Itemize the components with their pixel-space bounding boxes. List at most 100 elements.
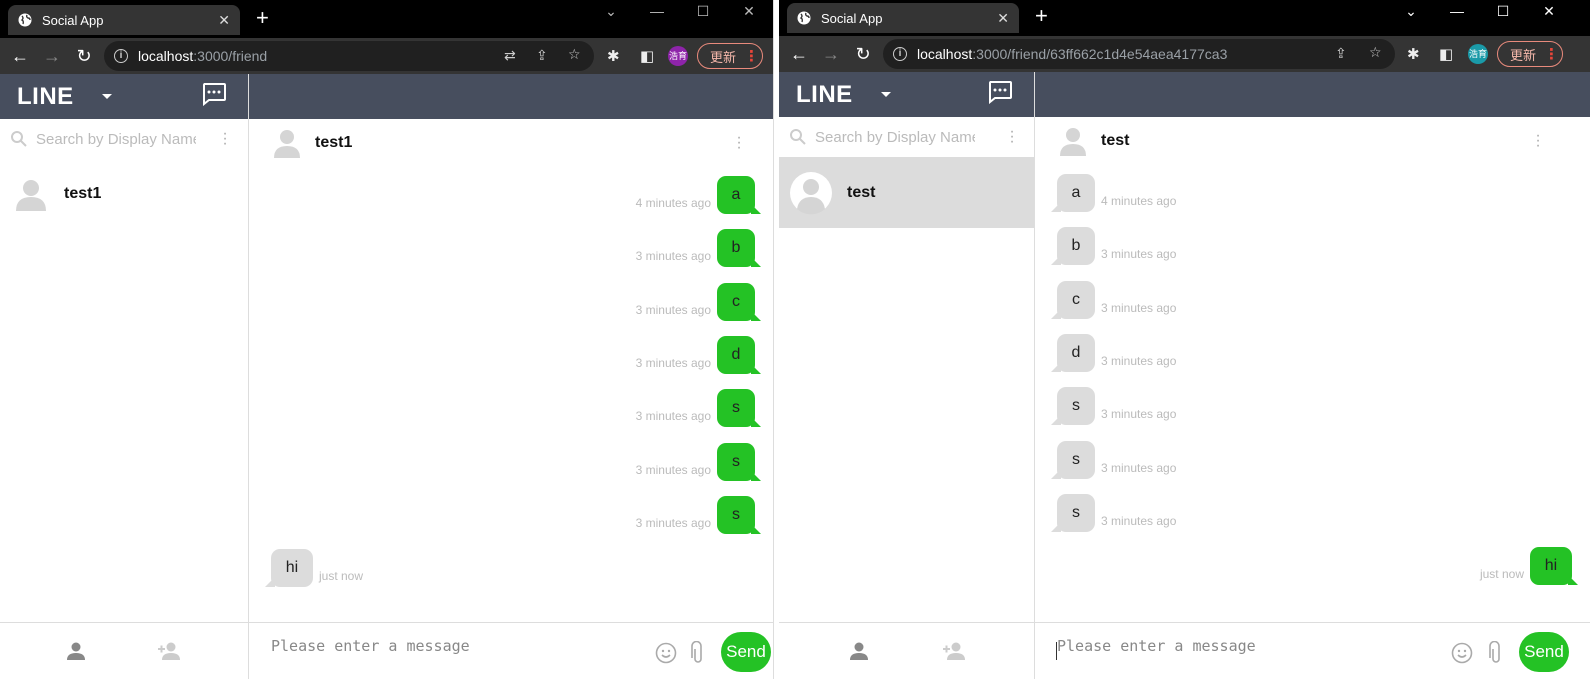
search-bar: ···: [779, 117, 1034, 157]
chat-header: test1 · · ·: [249, 119, 773, 167]
new-tab-icon[interactable]: +: [1035, 3, 1048, 29]
friend-list-item[interactable]: test1: [0, 159, 248, 229]
avatar: [790, 171, 832, 214]
attach-icon[interactable]: [1489, 641, 1503, 665]
message-bubble[interactable]: s: [717, 442, 755, 481]
chat-header: test · · ·: [1035, 117, 1590, 165]
message-bubble[interactable]: s: [717, 389, 755, 428]
maximize-icon[interactable]: ☐: [680, 0, 726, 22]
back-icon[interactable]: ←: [783, 44, 815, 65]
message-bubble[interactable]: c: [1057, 280, 1095, 319]
browser-window-right: Social App ✕ + ⌄ — ☐ ✕ ← → ↻ i localhost…: [779, 0, 1590, 679]
friend-list-item[interactable]: test: [779, 157, 1034, 228]
message-bubble[interactable]: s: [1057, 493, 1095, 532]
tab-strip: Social App ✕ + ⌄ — ☐ ✕: [0, 0, 773, 38]
send-button[interactable]: Send: [1519, 632, 1569, 672]
search-options-icon[interactable]: · · ·: [222, 126, 228, 152]
forward-icon[interactable]: →: [815, 44, 847, 65]
tab-close-icon[interactable]: ✕: [997, 10, 1009, 27]
emoji-icon[interactable]: [655, 642, 677, 664]
add-friend-icon[interactable]: [157, 641, 181, 661]
brand-dropdown-icon[interactable]: [880, 92, 891, 97]
site-info-icon[interactable]: i: [114, 49, 128, 63]
friends-tab-icon[interactable]: [849, 641, 869, 661]
site-info-icon[interactable]: i: [893, 47, 907, 61]
address-bar[interactable]: i localhost:3000/friend/63ff662c1d4e54ae…: [883, 39, 1395, 69]
message-timestamp: 3 minutes ago: [1101, 247, 1177, 262]
extensions-icon[interactable]: ✱: [607, 47, 620, 65]
reload-icon[interactable]: ↻: [847, 44, 879, 65]
message-timestamp: 3 minutes ago: [635, 355, 711, 370]
message-bubble[interactable]: a: [717, 176, 755, 214]
maximize-icon[interactable]: ☐: [1480, 0, 1526, 22]
browser-tab[interactable]: Social App ✕: [8, 5, 240, 35]
message-timestamp: 3 minutes ago: [1101, 513, 1177, 528]
share-icon[interactable]: ⇪: [536, 47, 548, 64]
new-tab-icon[interactable]: +: [256, 5, 269, 31]
message-bubble[interactable]: hi: [1530, 547, 1572, 586]
search-input[interactable]: [815, 128, 975, 146]
bookmark-star-icon[interactable]: ☆: [568, 46, 581, 63]
close-window-icon[interactable]: ✕: [1526, 0, 1572, 22]
friends-tab-icon[interactable]: [66, 641, 86, 661]
message-timestamp: 3 minutes ago: [635, 249, 711, 264]
message-bubble[interactable]: s: [717, 495, 755, 534]
brand-logo: LINE: [796, 80, 853, 108]
search-input[interactable]: [36, 130, 196, 148]
message-bubble[interactable]: d: [1057, 333, 1095, 372]
bookmark-star-icon[interactable]: ☆: [1369, 44, 1382, 61]
window-controls: ⌄ — ☐ ✕: [1388, 0, 1572, 22]
message-timestamp: 3 minutes ago: [635, 462, 711, 477]
emoji-icon[interactable]: [1451, 642, 1473, 664]
message-bubble[interactable]: b: [717, 229, 755, 268]
chat-options-icon[interactable]: · · ·: [736, 130, 742, 156]
tab-search-icon[interactable]: ⌄: [1388, 0, 1434, 22]
brand-dropdown-icon[interactable]: [101, 94, 112, 99]
message-bubble[interactable]: c: [717, 282, 755, 321]
extensions-icon[interactable]: ✱: [1407, 45, 1420, 63]
globe-icon: [797, 11, 811, 25]
browser-tab[interactable]: Social App ✕: [787, 3, 1019, 33]
side-panel-icon[interactable]: ◧: [640, 47, 654, 65]
search-options-icon[interactable]: · · ·: [1009, 124, 1015, 150]
message-input[interactable]: [1057, 637, 1387, 655]
update-button[interactable]: 更新 ⋮: [697, 43, 763, 69]
side-panel-icon[interactable]: ◧: [1439, 45, 1453, 63]
reload-icon[interactable]: ↻: [68, 46, 100, 67]
message-bubble[interactable]: hi: [271, 549, 313, 588]
sidebar-footer: [779, 622, 1034, 679]
message-row: a 4 minutes ago: [1035, 174, 1590, 214]
share-icon[interactable]: ⇪: [1335, 45, 1347, 62]
add-friend-icon[interactable]: [942, 641, 966, 661]
attach-icon[interactable]: [691, 641, 705, 665]
message-bubble[interactable]: a: [1057, 174, 1095, 212]
message-bubble[interactable]: b: [1057, 227, 1095, 266]
message-row: b 3 minutes ago: [249, 229, 773, 269]
back-icon[interactable]: ←: [4, 46, 36, 67]
message-bubble[interactable]: s: [1057, 387, 1095, 426]
message-bubble[interactable]: d: [717, 335, 755, 374]
browser-toolbar: ← → ↻ i localhost:3000/friend ⇄ ⇪ ☆ ✱ ◧ …: [0, 38, 773, 74]
message-input[interactable]: [271, 637, 601, 655]
translate-icon[interactable]: ⇄: [504, 47, 516, 64]
sidebar-header: LINE: [779, 72, 1034, 117]
message-row: d 3 minutes ago: [249, 335, 773, 376]
tab-close-icon[interactable]: ✕: [218, 12, 230, 29]
chat-options-icon[interactable]: · · ·: [1535, 128, 1541, 154]
new-chat-icon[interactable]: [987, 80, 1013, 104]
message-bubble[interactable]: s: [1057, 440, 1095, 479]
close-window-icon[interactable]: ✕: [726, 0, 772, 22]
send-button[interactable]: Send: [721, 632, 771, 672]
message-row: s 3 minutes ago: [1035, 493, 1590, 534]
tab-search-icon[interactable]: ⌄: [588, 0, 634, 22]
profile-avatar[interactable]: 浩育: [1468, 44, 1488, 64]
profile-avatar[interactable]: 浩育: [668, 46, 688, 66]
message-row: s 3 minutes ago: [1035, 387, 1590, 427]
address-bar[interactable]: i localhost:3000/friend ⇄ ⇪ ☆: [104, 41, 594, 71]
minimize-icon[interactable]: —: [634, 0, 680, 22]
chat-panel: test · · · a 4 minutes ago b 3 minutes ago c 3 …: [1035, 72, 1590, 679]
new-chat-icon[interactable]: [201, 82, 227, 106]
minimize-icon[interactable]: —: [1434, 0, 1480, 22]
update-button[interactable]: 更新 ⋮: [1497, 41, 1563, 67]
forward-icon[interactable]: →: [36, 46, 68, 67]
